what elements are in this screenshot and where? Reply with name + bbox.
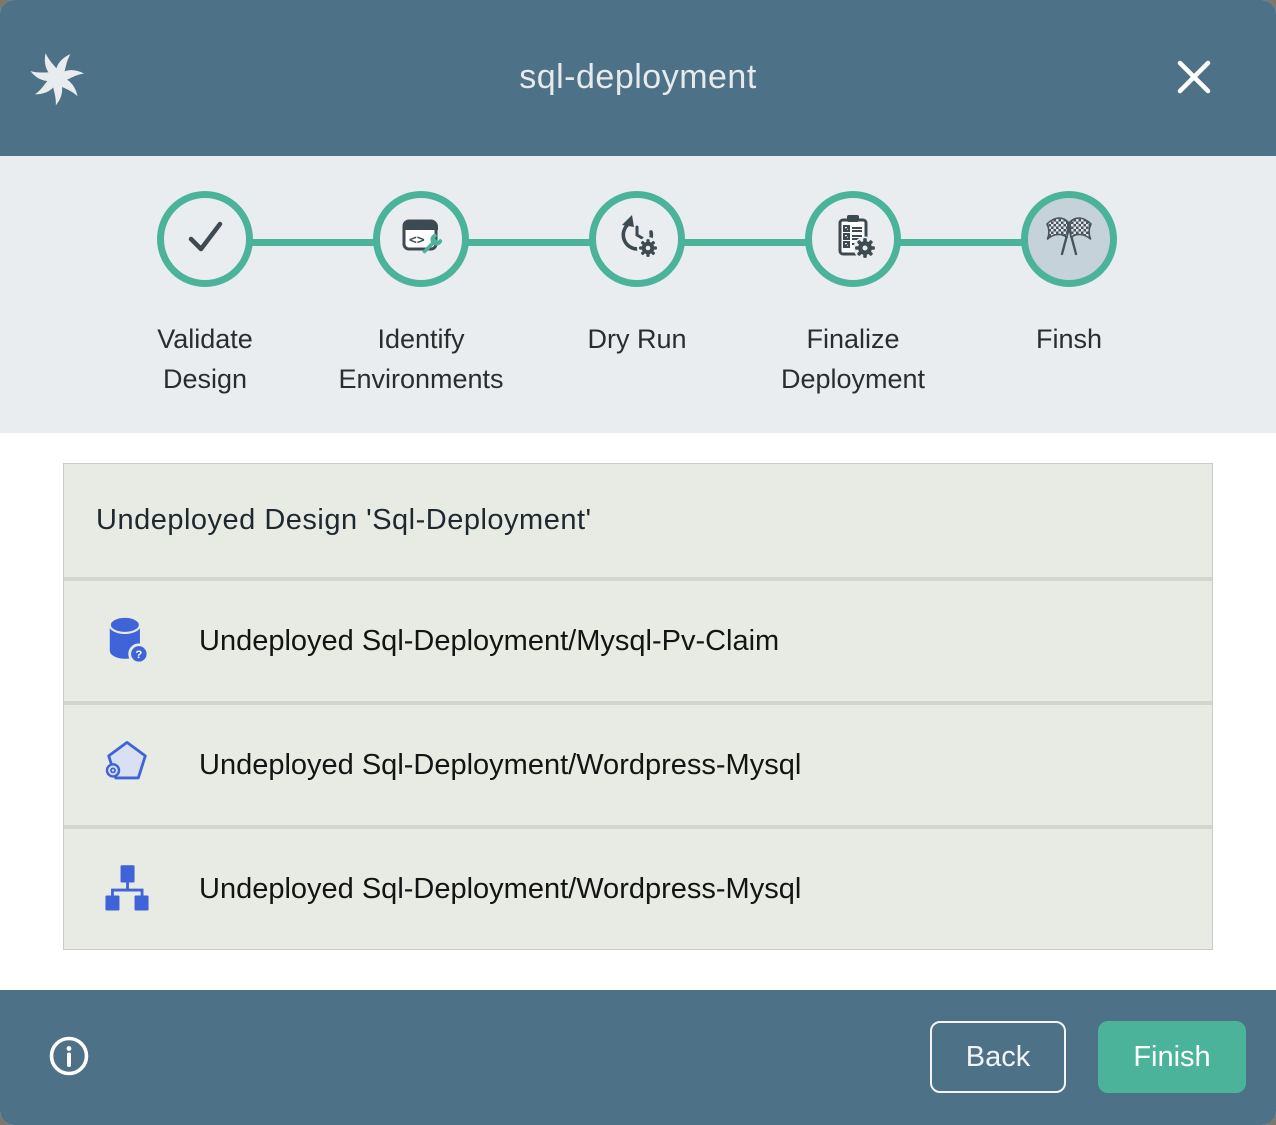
svg-text:?: ? [135,649,142,661]
step-validate-design: Validate Design [97,156,313,399]
back-button[interactable]: Back [930,1021,1066,1093]
info-icon [47,1034,91,1081]
step-label: Finalize Deployment [762,320,944,399]
step-finish: Finsh [961,156,1177,399]
wizard-stepper: Validate Design <> [0,156,1276,433]
status-list: Undeployed Design 'Sql-Deployment' ? Und… [63,463,1213,950]
rerun-clock-gear-icon [611,211,663,268]
checkered-flags-icon [1041,209,1097,270]
info-button[interactable] [47,1035,91,1079]
code-window-wrench-icon: <> [395,211,447,268]
check-icon [179,211,231,268]
step-label: Validate Design [114,320,296,399]
status-row: Undeployed Sql-Deployment/Wordpress-Mysq… [64,829,1212,949]
step-label: Identify Environments [330,320,512,399]
status-row-text: Undeployed Sql-Deployment/Mysql-Pv-Claim [199,625,779,658]
dialog-header: sql-deployment [0,0,1276,156]
svg-text:<>: <> [409,233,425,248]
dialog-title: sql-deployment [0,58,1276,97]
step-circle-finish[interactable] [1021,191,1117,287]
pentagon-app-icon [99,736,155,794]
step-dry-run: Dry Run [529,156,745,399]
status-row-text: Undeployed Sql-Deployment/Wordpress-Mysq… [199,873,801,906]
step-label: Dry Run [546,320,728,360]
step-identify-environments: <> Identify Environments [313,156,529,399]
finish-button[interactable]: Finish [1098,1021,1246,1093]
status-row: ? Undeployed Sql-Deployment/Mysql-Pv-Cla… [64,581,1212,701]
step-circle-identify-environments[interactable]: <> [373,191,469,287]
step-circle-dry-run[interactable] [589,191,685,287]
step-label: Finsh [978,320,1160,360]
status-row-text: Undeployed Sql-Deployment/Wordpress-Mysq… [199,749,801,782]
design-status-text: Undeployed Design 'Sql-Deployment' [96,504,592,537]
close-icon [1172,55,1216,102]
dialog-footer: Back Finish [0,990,1276,1125]
database-icon: ? [99,612,155,670]
sql-deployment-dialog: sql-deployment [0,0,1276,1125]
status-row: Undeployed Sql-Deployment/Wordpress-Mysq… [64,705,1212,825]
step-circle-finalize-deployment[interactable] [805,191,901,287]
hierarchy-icon [99,860,155,918]
deployment-status-panel: Undeployed Design 'Sql-Deployment' ? Und… [0,433,1276,990]
step-finalize-deployment: Finalize Deployment [745,156,961,399]
step-circle-validate-design[interactable] [157,191,253,287]
close-button[interactable] [1172,56,1216,100]
clipboard-gear-icon [827,211,879,268]
design-status-row: Undeployed Design 'Sql-Deployment' [64,464,1212,577]
